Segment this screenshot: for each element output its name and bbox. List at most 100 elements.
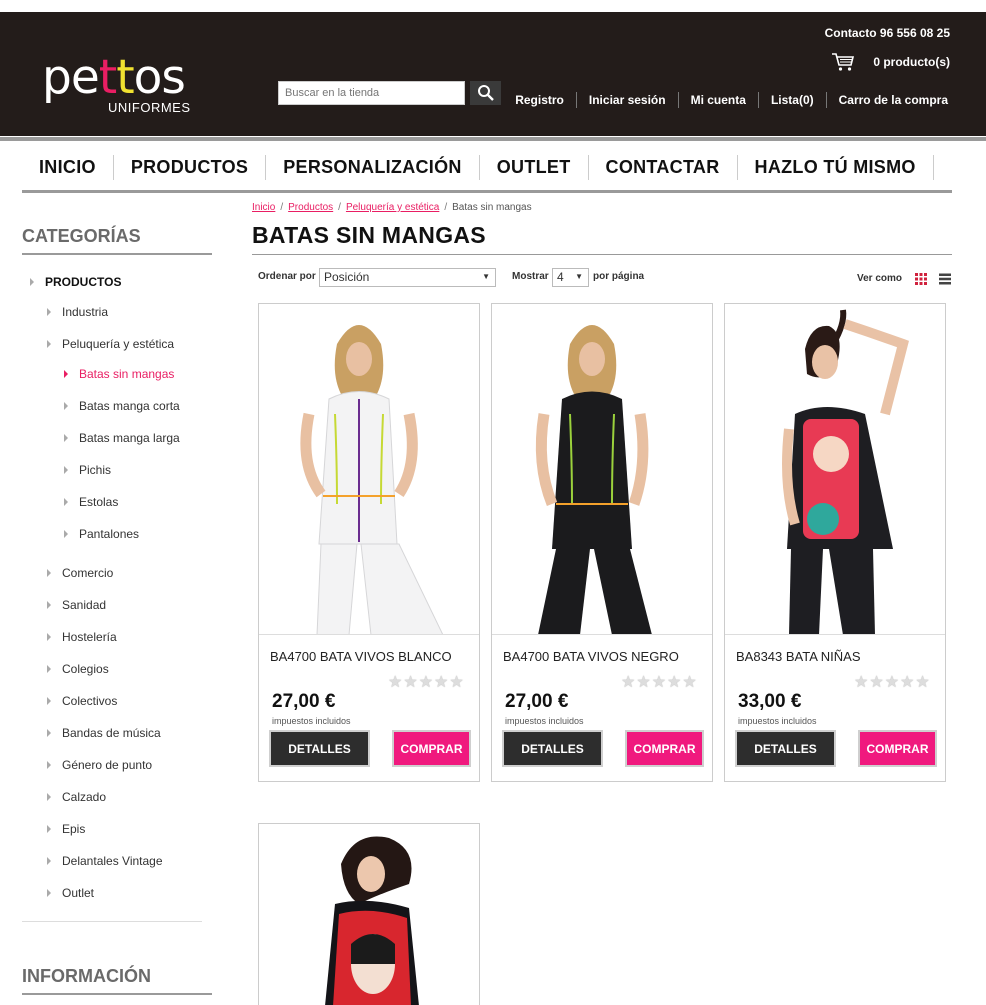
wishlist-link[interactable]: Lista(0) <box>757 92 826 108</box>
sidebar-item-sanidad[interactable]: Sanidad <box>47 598 106 612</box>
breadcrumb-peluqueria[interactable]: Peluquería y estética <box>346 202 439 213</box>
sort-select[interactable]: Posición ▼ <box>319 268 496 287</box>
buy-button[interactable]: COMPRAR <box>392 730 471 767</box>
page-title: BATAS SIN MANGAS <box>252 222 952 255</box>
product-name[interactable]: BA8343 BATA NIÑAS <box>736 649 861 664</box>
sidebar-item-colectivos[interactable]: Colectivos <box>47 694 117 708</box>
sidebar-item-hosteleria[interactable]: Hostelería <box>47 630 117 644</box>
arrow-right-icon <box>47 569 51 577</box>
product-photo-red-print-vest <box>259 824 479 1005</box>
sidebar-item-genero-de-punto[interactable]: Género de punto <box>47 758 152 772</box>
star-icon: ★ <box>854 674 869 691</box>
product-name[interactable]: BA4700 BATA VIVOS NEGRO <box>503 649 679 664</box>
star-icon: ★ <box>651 674 667 691</box>
star-icon: ★ <box>915 674 930 691</box>
buy-button[interactable]: COMPRAR <box>625 730 704 767</box>
arrow-right-icon <box>64 434 68 442</box>
product-photo-printed-vest <box>725 304 945 634</box>
arrow-right-icon <box>30 278 34 286</box>
breadcrumb-inicio[interactable]: Inicio <box>252 202 275 213</box>
nav-productos[interactable]: PRODUCTOS <box>114 155 267 180</box>
product-name[interactable]: BA4700 BATA VIVOS BLANCO <box>270 649 452 664</box>
breadcrumb-productos[interactable]: Productos <box>288 202 333 213</box>
contact-phone: Contacto 96 556 08 25 <box>824 26 950 40</box>
sidebar-item-delantales-vintage[interactable]: Delantales Vintage <box>47 854 163 868</box>
arrow-right-icon <box>64 498 68 506</box>
product-card[interactable]: BA4700 BATA VIVOS BLANCO ★ ★ ★ ★ ★ 27,00 € i… <box>258 303 480 782</box>
sidebar-item-epis[interactable]: Epis <box>47 822 85 836</box>
cart-summary[interactable]: 0 producto(s) <box>831 52 950 72</box>
sidebar-item-batas-manga-larga[interactable]: Batas manga larga <box>64 431 180 445</box>
arrow-right-icon <box>47 857 51 865</box>
sidebar-item-calzado[interactable]: Calzado <box>47 790 106 804</box>
details-button[interactable]: DETALLES <box>735 730 836 767</box>
tax-note: impuestos incluidos <box>505 716 584 726</box>
arrow-right-icon <box>64 530 68 538</box>
arrow-right-icon <box>64 466 68 474</box>
information-heading: INFORMACIÓN <box>22 966 212 995</box>
breadcrumb-current: Batas sin mangas <box>452 202 532 213</box>
details-button[interactable]: DETALLES <box>502 730 603 767</box>
logo[interactable]: pettos UNIFORMES <box>42 54 190 116</box>
product-image[interactable] <box>492 304 712 635</box>
sidebar-item-batas-sin-mangas[interactable]: Batas sin mangas <box>64 367 174 381</box>
sidebar-item-outlet[interactable]: Outlet <box>47 886 94 900</box>
nav-outlet[interactable]: OUTLET <box>480 155 589 180</box>
nav-inicio[interactable]: INICIO <box>22 155 114 180</box>
arrow-right-icon <box>64 370 68 378</box>
login-link[interactable]: Iniciar sesión <box>575 92 678 108</box>
nav-hazlo-tu-mismo[interactable]: HAZLO TÚ MISMO <box>738 155 934 180</box>
product-price: 27,00 € <box>272 691 336 712</box>
sidebar-item-pantalones[interactable]: Pantalones <box>64 527 139 541</box>
arrow-right-icon <box>47 697 51 705</box>
categories-heading: CATEGORÍAS <box>22 226 212 255</box>
sidebar-item-batas-manga-corta[interactable]: Batas manga corta <box>64 399 180 413</box>
product-card[interactable] <box>258 823 480 1005</box>
star-icon: ★ <box>388 674 403 691</box>
sidebar-item-bandas-de-musica[interactable]: Bandas de música <box>47 726 161 740</box>
per-page-select[interactable]: 4 ▼ <box>552 268 589 287</box>
sidebar-item-productos[interactable]: PRODUCTOS <box>30 275 121 289</box>
arrow-right-icon <box>47 665 51 673</box>
sidebar-item-estolas[interactable]: Estolas <box>64 495 118 509</box>
product-card[interactable]: BA4700 BATA VIVOS NEGRO ★ ★ ★ ★ ★ 27,00 € im… <box>491 303 713 782</box>
product-image[interactable] <box>259 304 479 635</box>
account-links: Registro Iniciar sesión Mi cuenta Lista(… <box>503 92 948 108</box>
star-icon: ★ <box>869 674 884 691</box>
view-as-label: Ver como <box>857 273 903 284</box>
register-link[interactable]: Registro <box>503 92 576 108</box>
product-price: 27,00 € <box>505 691 569 712</box>
sidebar-item-industria[interactable]: Industria <box>47 305 108 319</box>
arrow-right-icon <box>64 402 68 410</box>
details-button[interactable]: DETALLES <box>269 730 370 767</box>
nav-contactar[interactable]: CONTACTAR <box>589 155 738 180</box>
sidebar-item-comercio[interactable]: Comercio <box>47 566 113 580</box>
star-icon: ★ <box>884 674 900 691</box>
search-button[interactable] <box>470 81 501 105</box>
grid-view-icon[interactable] <box>915 273 927 285</box>
product-image[interactable] <box>259 824 479 1005</box>
cart-link[interactable]: Carro de la compra <box>825 92 948 108</box>
rating-stars: ★ ★ ★ ★ ★ <box>621 675 697 691</box>
sidebar-item-peluqueria[interactable]: Peluquería y estética <box>47 337 174 351</box>
sidebar-item-colegios[interactable]: Colegios <box>47 662 109 676</box>
product-card[interactable]: BA8343 BATA NIÑAS ★ ★ ★ ★ ★ 33,00 € impuesto… <box>724 303 946 782</box>
list-view-icon[interactable] <box>939 273 951 285</box>
sort-label: Ordenar por <box>258 271 316 282</box>
sidebar-item-pichis[interactable]: Pichis <box>64 463 111 477</box>
buy-button[interactable]: COMPRAR <box>858 730 937 767</box>
site-header: pettos UNIFORMES Contacto 96 556 08 25 0… <box>0 12 986 136</box>
product-image[interactable] <box>725 304 945 635</box>
search-input[interactable] <box>278 81 465 105</box>
my-account-link[interactable]: Mi cuenta <box>677 92 758 108</box>
main-nav: INICIO PRODUCTOS PERSONALIZACIÓN OUTLET … <box>22 155 952 193</box>
nav-personalizacion[interactable]: PERSONALIZACIÓN <box>266 155 480 180</box>
logo-subtitle: UNIFORMES <box>108 100 191 115</box>
star-icon: ★ <box>636 674 651 691</box>
star-icon: ★ <box>621 674 636 691</box>
star-icon: ★ <box>418 674 434 691</box>
breadcrumb: Inicio / Productos / Peluquería y estética / B… <box>252 202 532 213</box>
tax-note: impuestos incluidos <box>738 716 817 726</box>
arrow-right-icon <box>47 729 51 737</box>
per-page-label: por página <box>593 271 645 282</box>
